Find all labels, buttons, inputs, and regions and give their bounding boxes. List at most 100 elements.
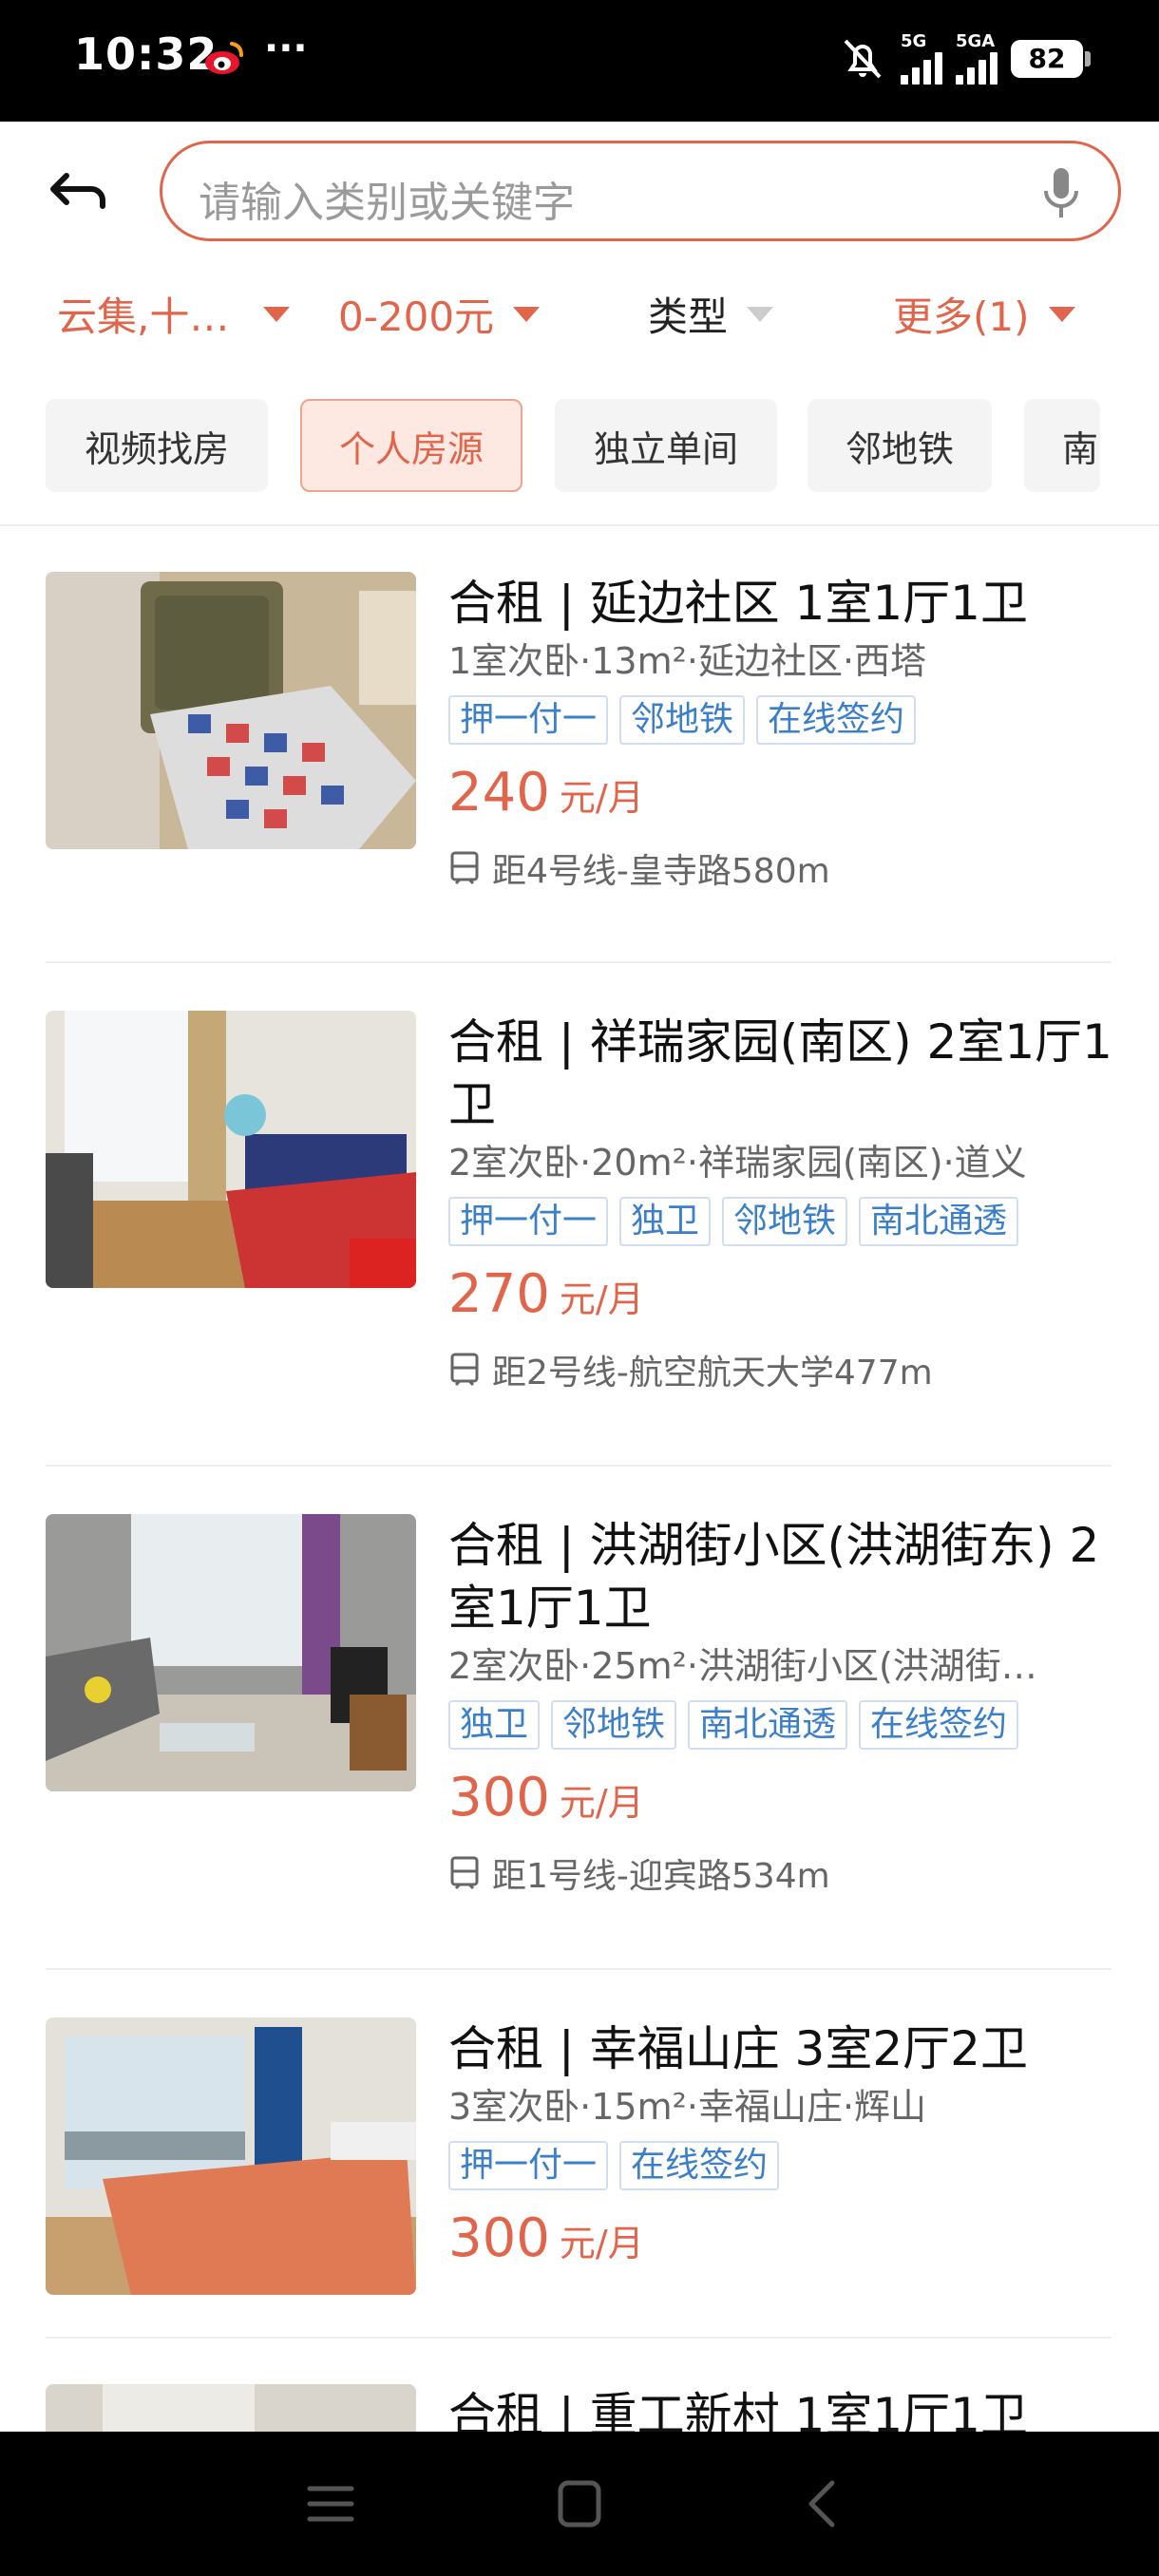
listing-card[interactable]: 合租 | 延边社区 1室1厅1卫 1室次卧·13m²·延边社区·西塔 押一付一 … (46, 572, 1112, 952)
status-bar: 10:32 ··· 5G 5GA 82 (0, 0, 1159, 122)
listing-photo (46, 1011, 416, 1288)
search-placeholder: 请输入类别或关键字 (199, 179, 575, 227)
divider (46, 2337, 1112, 2339)
listing-subtitle: 3室次卧·15m²·幸福山庄·辉山 (448, 2086, 927, 2128)
filter-location[interactable]: 云集,十… (57, 285, 291, 343)
tag: 在线签约 (619, 2141, 780, 2190)
tag: 在线签约 (756, 695, 917, 745)
tag: 邻地铁 (551, 1700, 677, 1750)
listing-subtitle: 1室次卧·13m²·延边社区·西塔 (448, 640, 927, 682)
chevron-down-icon (747, 306, 774, 322)
listing-subtitle: 2室次卧·25m²·洪湖街小区(洪湖街… (448, 1645, 1037, 1687)
listing-info: 合租 | 祥瑞家园(南区) 2室1厅1卫 2室次卧·20m²·祥瑞家园(南区)·… (448, 1011, 1113, 1396)
listing-title: 合租 | 幸福山庄 3室2厅2卫 (448, 2021, 1028, 2076)
tag: 邻地铁 (722, 1197, 848, 1246)
chip-single-room[interactable]: 独立单间 (555, 399, 777, 492)
chevron-down-icon (1048, 306, 1075, 322)
tag: 押一付一 (448, 695, 609, 745)
listing-price: 300 元/月 (448, 2207, 1113, 2276)
metro-text: 距4号线-皇寺路580m (492, 852, 830, 891)
listing-photo (46, 2017, 416, 2295)
listing-price: 300 元/月 (448, 1767, 1113, 1835)
listing-card[interactable]: 合租 | 重工新村 1室1厅1卫 (46, 2384, 1112, 2432)
tag: 南北通透 (688, 1700, 848, 1750)
listing-card[interactable]: 合租 | 祥瑞家园(南区) 2室1厅1卫 2室次卧·20m²·祥瑞家园(南区)·… (46, 1011, 1112, 1457)
metro-text: 距2号线-航空航天大学477m (492, 1354, 933, 1392)
listing-title: 合租 | 祥瑞家园(南区) 2室1厅1卫 (448, 1014, 1112, 1132)
listing-card[interactable]: 合租 | 洪湖街小区(洪湖街东) 2室1厅1卫 2室次卧·25m²·洪湖街小区(… (46, 1514, 1112, 1960)
tag: 邻地铁 (619, 695, 746, 745)
listing-price: 270 元/月 (448, 1263, 1113, 1332)
price-value: 270 (448, 1263, 550, 1325)
chip-video[interactable]: 视频找房 (46, 399, 268, 492)
divider (46, 1465, 1112, 1467)
metro-distance: 距1号线-迎宾路534m (448, 1847, 1113, 1900)
price-unit: 元/月 (559, 1782, 644, 1824)
tag: 南北通透 (859, 1197, 1019, 1246)
menu-icon[interactable] (302, 2479, 359, 2529)
metro-distance: 距4号线-皇寺路580m (448, 842, 1113, 895)
metro-text: 距1号线-迎宾路534m (492, 1857, 830, 1896)
tag: 押一付一 (448, 2141, 609, 2190)
listing-photo (46, 2384, 416, 2432)
listing-title: 合租 | 延边社区 1室1厅1卫 (448, 576, 1028, 631)
filter-type[interactable]: 类型 (648, 285, 774, 343)
listing-info: 合租 | 延边社区 1室1厅1卫 1室次卧·13m²·延边社区·西塔 押一付一 … (448, 572, 1113, 895)
tag: 独卫 (448, 1700, 541, 1750)
listing-tags: 独卫 邻地铁 南北通透 在线签约 (448, 1700, 1113, 1753)
filter-type-label: 类型 (648, 294, 729, 340)
signal-5ga: 5GA (956, 33, 998, 85)
metro-icon (450, 851, 479, 885)
divider (46, 1968, 1112, 1970)
listing-subtitle: 2室次卧·20m²·祥瑞家园(南区)·道义 (448, 1142, 1027, 1184)
listing-photo (46, 572, 416, 849)
divider (46, 961, 1112, 963)
price-value: 240 (448, 762, 550, 824)
metro-icon (450, 1353, 479, 1387)
home-icon[interactable] (551, 2479, 608, 2529)
notification-more-indicator: ··· (264, 27, 308, 70)
filter-location-label: 云集,十… (57, 294, 230, 340)
signal-5g: 5G (901, 33, 942, 85)
chip-south[interactable]: 南 (1024, 399, 1100, 492)
listing-tags: 押一付一 邻地铁 在线签约 (448, 695, 1113, 748)
back-icon[interactable] (794, 2479, 851, 2529)
chevron-down-icon (513, 306, 541, 322)
price-unit: 元/月 (559, 2223, 644, 2264)
divider (0, 524, 1159, 526)
filter-more[interactable]: 更多(1) (893, 285, 1075, 343)
chip-personal-listing[interactable]: 个人房源 (300, 399, 522, 492)
tag: 在线签约 (859, 1700, 1019, 1750)
back-arrow-icon[interactable] (46, 164, 110, 221)
price-unit: 元/月 (559, 777, 644, 819)
metro-icon (450, 1856, 479, 1890)
listing-price: 240 元/月 (448, 762, 1113, 830)
filter-bar: 云集,十… 0-200元 类型 更多(1) (0, 264, 1159, 367)
listing-info: 合租 | 重工新村 1室1厅1卫 (448, 2384, 1112, 2432)
microphone-icon[interactable] (1042, 166, 1080, 221)
chevron-down-icon (263, 306, 291, 322)
filter-price-label: 0-200元 (338, 294, 495, 340)
chip-near-metro[interactable]: 邻地铁 (808, 399, 992, 492)
search-header: 请输入类别或关键字 (0, 122, 1159, 264)
status-time: 10:32 (74, 28, 218, 80)
weibo-icon (205, 42, 243, 74)
listing-tags: 押一付一 独卫 邻地铁 南北通透 (448, 1197, 1113, 1250)
listing-card[interactable]: 合租 | 幸福山庄 3室2厅2卫 3室次卧·15m²·幸福山庄·辉山 押一付一 … (46, 2017, 1112, 2302)
listing-photo (46, 1514, 416, 1791)
listing-title: 合租 | 洪湖街小区(洪湖街东) 2室1厅1卫 (448, 1518, 1100, 1636)
price-unit: 元/月 (559, 1279, 644, 1320)
quick-filter-chips: 视频找房 个人房源 独立单间 邻地铁 南 (0, 397, 1159, 492)
mute-bell-icon (844, 39, 882, 79)
search-input[interactable]: 请输入类别或关键字 (160, 141, 1121, 241)
battery-indicator: 82 (1011, 40, 1091, 78)
listing-info: 合租 | 洪湖街小区(洪湖街东) 2室1厅1卫 2室次卧·25m²·洪湖街小区(… (448, 1514, 1113, 1900)
tag: 独卫 (619, 1197, 712, 1246)
filter-more-label: 更多(1) (893, 294, 1030, 340)
tag: 押一付一 (448, 1197, 609, 1246)
filter-price[interactable]: 0-200元 (338, 285, 541, 343)
listing-info: 合租 | 幸福山庄 3室2厅2卫 3室次卧·15m²·幸福山庄·辉山 押一付一 … (448, 2017, 1113, 2276)
listing-tags: 押一付一 在线签约 (448, 2141, 1113, 2194)
price-value: 300 (448, 2207, 550, 2269)
system-nav-bar (0, 2432, 1159, 2576)
